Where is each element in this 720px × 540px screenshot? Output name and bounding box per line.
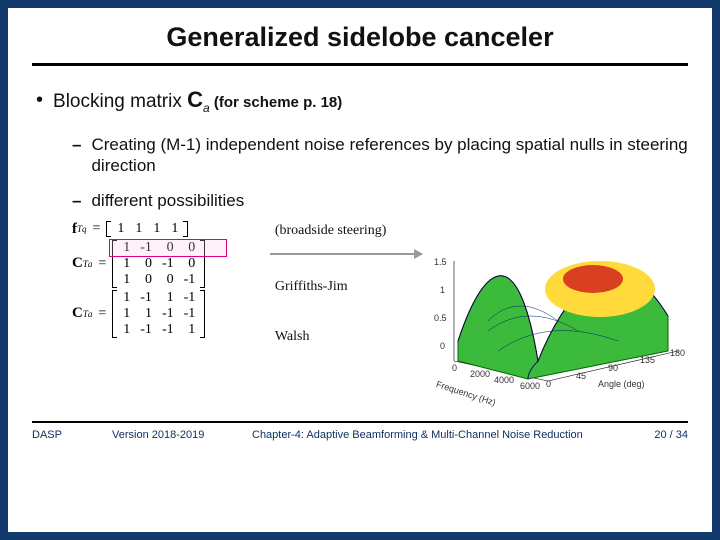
- label-griffiths-jim: Griffiths-Jim: [275, 247, 414, 301]
- cell: 1: [135, 306, 157, 322]
- cell: -1: [157, 306, 179, 322]
- cell: 1: [147, 221, 165, 237]
- bullet-creating: – Creating (M-1) independent noise refer…: [72, 134, 688, 176]
- cell: -1: [179, 290, 201, 306]
- footer-version: Version 2018-2019: [112, 429, 232, 441]
- labels-column: (broadside steering) Griffiths-Jim Walsh: [275, 221, 414, 345]
- cell: 1: [129, 221, 147, 237]
- cell: 1: [111, 221, 129, 237]
- cell: 1: [117, 322, 135, 338]
- cell: 1: [179, 322, 201, 338]
- bullet-possibilities: – different possibilities: [72, 190, 688, 211]
- matrix-walsh: CTa = 1-11-1 11-1-1 1-1-11: [72, 290, 261, 338]
- cell: 1: [117, 306, 135, 322]
- dash-icon: –: [72, 190, 81, 211]
- label-broadside: (broadside steering): [275, 223, 414, 247]
- cell: -1: [179, 306, 201, 322]
- ytick: 135: [640, 355, 655, 365]
- ytick: 45: [576, 371, 586, 381]
- equals-icon: =: [98, 256, 106, 272]
- ytick: 90: [608, 363, 618, 373]
- fq-sub: q: [82, 224, 87, 234]
- cell: 0: [157, 272, 179, 288]
- cell: -1: [157, 322, 179, 338]
- footer-chapter: Chapter-4: Adaptive Beamforming & Multi-…: [252, 429, 613, 441]
- ztick: 0.5: [434, 313, 447, 323]
- ztick: 1.5: [434, 257, 447, 267]
- b1-note: (for scheme p. 18): [210, 94, 343, 111]
- cell: 1: [165, 221, 183, 237]
- ytick: 0: [546, 379, 551, 389]
- footer: DASP Version 2018-2019 Chapter-4: Adapti…: [32, 429, 688, 441]
- ylabel: Angle (deg): [598, 379, 645, 389]
- w-sub: a: [88, 309, 93, 319]
- footer-rule: [32, 421, 688, 423]
- xtick: 0: [452, 363, 457, 373]
- matrix-griffiths-jim: CTa = 1-100 10-10 100-1: [72, 240, 261, 288]
- ztick: 0: [440, 341, 445, 351]
- cell: 0: [135, 272, 157, 288]
- bullet-blocking-matrix: • Blocking matrix Ca (for scheme p. 18): [36, 88, 688, 120]
- arrow-icon: [270, 253, 422, 255]
- w-sym: C: [72, 305, 83, 322]
- xtick: 2000: [470, 369, 490, 379]
- cell: 0: [135, 256, 157, 272]
- equals-icon: =: [98, 306, 106, 322]
- bullet-dot: •: [36, 88, 43, 120]
- b1-sub: a: [203, 101, 210, 115]
- cell: 1: [117, 290, 135, 306]
- cell: 1: [117, 256, 135, 272]
- title-rule: [32, 63, 688, 66]
- cell: -1: [179, 272, 201, 288]
- b2a-text: Creating (M-1) independent noise referen…: [91, 134, 688, 176]
- fq-table: 1 1 1 1: [111, 221, 183, 237]
- b1-prefix: Blocking matrix: [53, 91, 187, 112]
- highlight-box: [109, 239, 227, 257]
- w-table: 1-11-1 11-1-1 1-1-11: [117, 290, 200, 338]
- cell: 1: [117, 272, 135, 288]
- gj-sub: a: [88, 259, 93, 269]
- page-title: Generalized sidelobe canceler: [32, 22, 688, 53]
- ztick: 1: [440, 285, 445, 295]
- cell: -1: [135, 290, 157, 306]
- surface-plot-icon: [428, 221, 688, 391]
- matrices-column: fTq = 1 1 1 1 CTa = 1-100: [72, 221, 261, 338]
- b2b-text: different possibilities: [91, 190, 244, 211]
- cell: 0: [179, 256, 201, 272]
- label-walsh: Walsh: [275, 301, 414, 345]
- cell: -1: [135, 322, 157, 338]
- footer-page: 20 / 34: [633, 429, 688, 441]
- bullet-text: Blocking matrix Ca (for scheme p. 18): [53, 88, 342, 120]
- xtick: 4000: [494, 375, 514, 385]
- dash-icon: –: [72, 134, 81, 176]
- ytick: 180: [670, 348, 685, 358]
- b1-sym: C: [187, 87, 203, 112]
- content-row: fTq = 1 1 1 1 CTa = 1-100: [72, 221, 688, 391]
- slide: Generalized sidelobe canceler • Blocking…: [8, 8, 712, 532]
- footer-org: DASP: [32, 429, 92, 441]
- matrix-fq: fTq = 1 1 1 1: [72, 221, 261, 238]
- beampattern-plot: 1.5 1 0.5 0 0 2000 4000 6000 0 45 90 135…: [428, 221, 688, 391]
- equals-icon: =: [93, 221, 101, 237]
- gj-sym: C: [72, 255, 83, 272]
- xtick: 6000: [520, 381, 540, 391]
- cell: -1: [157, 256, 179, 272]
- cell: 1: [157, 290, 179, 306]
